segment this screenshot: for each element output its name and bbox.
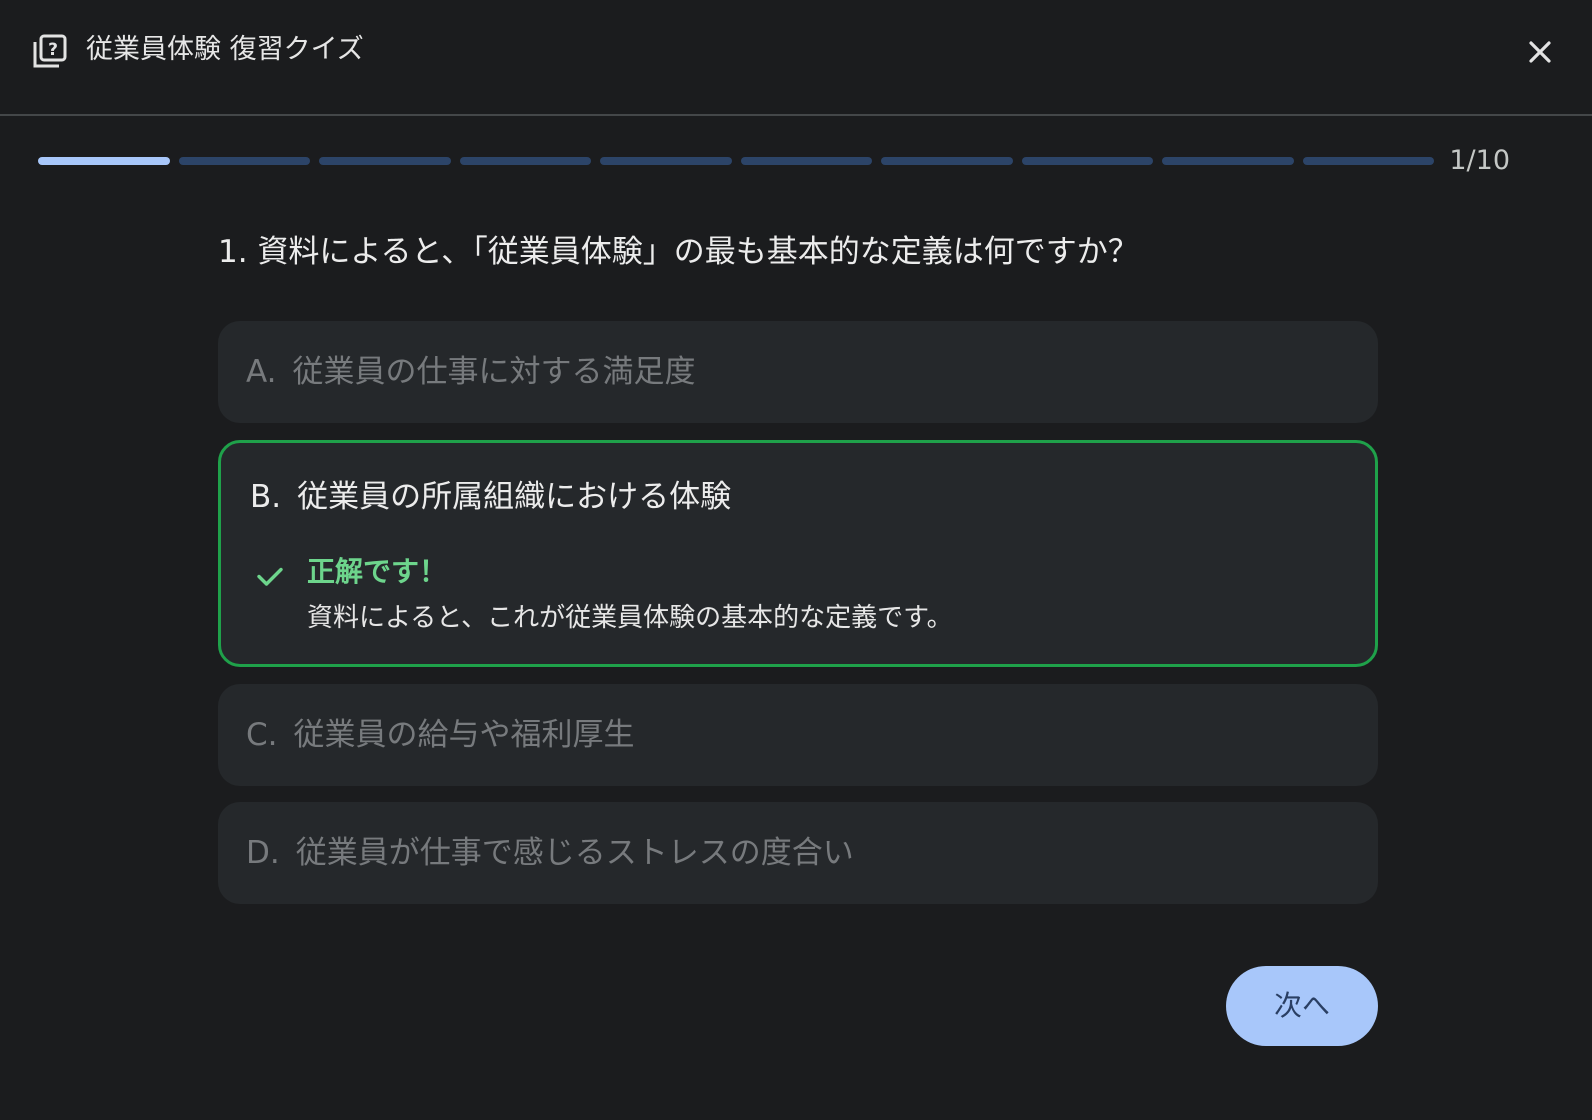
feedback-body: 資料によると、これが従業員体験の基本的な定義です。 [307,603,953,633]
quiz-icon: ? [33,34,67,68]
progress-segment [600,157,732,165]
progress-segment [1302,157,1434,165]
option-label: D. 従業員が仕事で感じるストレスの度合い [246,831,854,875]
progress-segment [1162,157,1294,165]
progress-segment [1021,157,1153,165]
option-text: 従業員の給与や福利厚生 [293,717,635,753]
progress-segment [178,157,310,165]
quiz-header: ? 従業員体験 復習クイズ [0,0,1592,116]
check-icon [257,567,283,586]
option-label: A. 従業員の仕事に対する満足度 [246,350,696,394]
feedback-title: 正解です！ [307,555,448,588]
option-letter: D. [246,835,280,871]
close-icon[interactable] [1524,36,1556,68]
option-label: C. 従業員の給与や福利厚生 [246,713,635,757]
option-text: 従業員が仕事で感じるストレスの度合い [295,835,854,871]
progress-bar [38,157,1434,165]
progress-segment [881,157,1013,165]
progress-counter: 1/10 [1449,145,1510,176]
progress-segment [740,157,872,165]
question-text: 1. 資料によると、「従業員体験」の最も基本的な定義は何ですか？ [218,230,1378,274]
progress-segment [459,157,591,165]
option-d[interactable]: D. 従業員が仕事で感じるストレスの度合い [218,802,1378,904]
option-text: 従業員の仕事に対する満足度 [292,354,696,390]
option-letter: B. [250,479,282,515]
option-c[interactable]: C. 従業員の給与や福利厚生 [218,684,1378,786]
next-button[interactable]: 次へ [1226,966,1378,1046]
option-label: B. 従業員の所属組織における体験 [250,475,731,519]
question-number: 1. [218,234,248,270]
option-a[interactable]: A. 従業員の仕事に対する満足度 [218,321,1378,423]
option-letter: A. [246,354,277,390]
progress-segment [319,157,451,165]
question-body: 資料によると、「従業員体験」の最も基本的な定義は何ですか？ [257,234,1139,270]
progress-segment [38,157,170,165]
quiz-title: 従業員体験 復習クイズ [86,34,364,65]
option-letter: C. [246,717,278,753]
svg-text:?: ? [48,40,58,60]
option-text: 従業員の所属組織における体験 [297,479,732,515]
option-b[interactable]: B. 従業員の所属組織における体験 正解です！ 資料によると、これが従業員体験の基… [218,440,1378,667]
